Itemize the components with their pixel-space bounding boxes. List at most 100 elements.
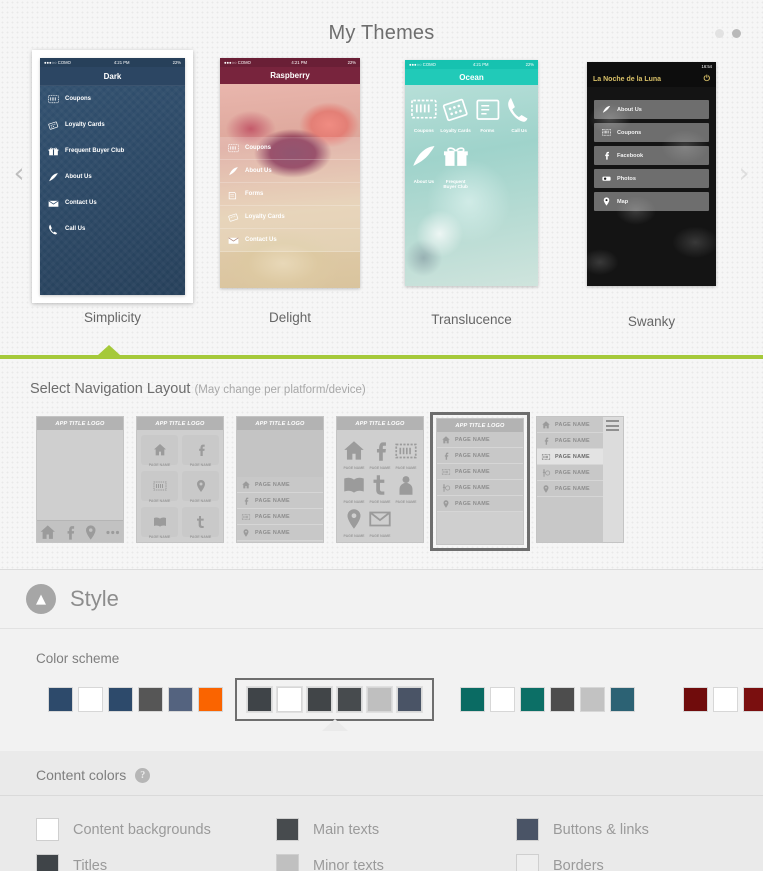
mock-list-row-active[interactable]: PAGE NAME	[537, 449, 603, 465]
menu-item[interactable]: Forms	[472, 91, 504, 133]
color-scheme-option-2-selected[interactable]	[235, 678, 434, 731]
color-scheme-option-1[interactable]	[36, 678, 235, 721]
content-color-titles[interactable]: Titles	[36, 854, 276, 871]
mock-list-row[interactable]: PAGE NAME	[437, 448, 523, 464]
mock-list-row[interactable]: PAGE NAME	[437, 496, 523, 512]
menu-item[interactable]: Frequent Buyer Club	[440, 135, 472, 189]
mock-tab[interactable]: PAGE NAME	[37, 521, 59, 542]
content-color-buttons-links[interactable]: Buttons & links	[516, 818, 756, 841]
color-swatch[interactable]	[516, 818, 539, 841]
mock-list-row[interactable]: PAGE NAME	[237, 509, 323, 525]
menu-item[interactable]: Coupons	[408, 91, 440, 133]
status-battery: 22%	[347, 60, 356, 65]
style-section-header[interactable]: ▲ Style	[0, 570, 763, 629]
menu-item[interactable]: Facebook	[594, 146, 709, 165]
theme-card-swanky[interactable]: 16:54 La Noche de la Luna ⏻ About Us Cou…	[587, 62, 716, 329]
help-icon[interactable]: ?	[135, 767, 151, 783]
menu-item[interactable]: About Us	[40, 164, 185, 190]
mock-tab[interactable]: PAGE NAME	[59, 521, 81, 542]
theme-card-simplicity[interactable]: ●●●○○ COMO 4:21 PM 22% Dark Coupons Loya…	[32, 50, 193, 325]
menu-item[interactable]: About Us	[220, 160, 360, 183]
menu-item[interactable]: Map	[594, 192, 709, 211]
color-swatch[interactable]	[276, 818, 299, 841]
mock-grid-item[interactable]: PAGE NAME	[367, 436, 393, 470]
theme-card-translucence[interactable]: ●●●○○ COMO 4:21 PM 22% Ocean Coupons Loy…	[405, 60, 538, 327]
mock-grid-item[interactable]: PAGE NAME	[393, 470, 419, 504]
mock-list-row[interactable]: PAGE NAME	[237, 525, 323, 541]
mock-list-row[interactable]: PAGE NAME	[537, 481, 603, 497]
mock-tile[interactable]: PAGE NAME	[141, 507, 178, 539]
color-scheme-option-4[interactable]	[671, 678, 763, 721]
pager-dot-2[interactable]	[732, 29, 741, 38]
menu-item[interactable]: Loyalty Cards	[440, 91, 472, 133]
theme-card-delight[interactable]: ●●●○○ COMO 4:21 PM 22% Raspberry Coupons	[220, 58, 360, 325]
mock-list-row[interactable]: PAGE NAME	[437, 432, 523, 448]
phone-body: Coupons Loyalty Cards Frequent Buyer Clu…	[40, 86, 185, 295]
mock-app-title: APP TITLE LOGO	[137, 417, 223, 430]
nav-layout-option-slide-out-drawer[interactable]: PAGE NAME PAGE NAME PAGE NAME PAGE NAME …	[530, 412, 630, 547]
mock-list-row[interactable]: PAGE NAME	[237, 493, 323, 509]
menu-item[interactable]: Contact Us	[220, 229, 360, 252]
swatch	[396, 686, 423, 713]
chevron-up-icon[interactable]: ▲	[26, 584, 56, 614]
nav-layout-option-compact-icon-grid[interactable]: APP TITLE LOGO PAGE NAME PAGE NAME PAGE …	[330, 412, 430, 547]
menu-item[interactable]: Photos	[594, 169, 709, 188]
content-color-borders[interactable]: Borders	[516, 854, 756, 871]
menu-item-label: Frequent Buyer Club	[65, 148, 125, 154]
gift-icon	[47, 145, 60, 158]
nav-layout-option-full-list[interactable]: APP TITLE LOGO PAGE NAME PAGE NAME PAGE …	[430, 412, 530, 551]
swatch	[490, 687, 515, 712]
mock-list-row[interactable]: PAGE NAME	[537, 433, 603, 449]
mock-tile[interactable]: PAGE NAME	[182, 435, 219, 467]
mock-list-row[interactable]: PAGE NAME	[537, 417, 603, 433]
mock-list-row[interactable]: PAGE NAME	[237, 477, 323, 493]
mock-tile[interactable]: PAGE NAME	[182, 471, 219, 503]
mock-tile[interactable]: PAGE NAME	[141, 471, 178, 503]
nav-layout-option-large-tile-grid[interactable]: APP TITLE LOGO PAGE NAME PAGE NAME PAGE …	[130, 412, 230, 547]
mock-tile[interactable]: PAGE NAME	[182, 507, 219, 539]
color-swatch[interactable]	[516, 854, 539, 871]
color-swatch[interactable]	[276, 854, 299, 871]
menu-item[interactable]: Coupons	[40, 86, 185, 112]
mock-list-row[interactable]: PAGE NAME	[437, 480, 523, 496]
content-color-label: Content backgrounds	[73, 821, 211, 838]
content-color-content-backgrounds[interactable]: Content backgrounds	[36, 818, 276, 841]
menu-item[interactable]: Forms	[220, 183, 360, 206]
menu-item[interactable]: About Us	[594, 100, 709, 119]
mock-grid-item[interactable]: PAGE NAME	[341, 504, 367, 538]
menu-item[interactable]: Call Us	[503, 91, 535, 133]
nav-layout-option-tab-bar-bottom[interactable]: APP TITLE LOGO PAGE NAME PAGE NAME	[30, 412, 130, 547]
content-color-label: Main texts	[313, 821, 380, 838]
forms-icon	[227, 188, 240, 201]
mock-grid-item[interactable]: PAGE NAME	[367, 470, 393, 504]
menu-item[interactable]: Frequent Buyer Club	[40, 138, 185, 164]
color-swatch[interactable]	[36, 854, 59, 871]
mock-grid-item[interactable]: PAGE NAME	[341, 470, 367, 504]
hamburger-menu-icon[interactable]	[606, 420, 619, 431]
mock-grid-item[interactable]: PAGE NAME	[341, 436, 367, 470]
menu-item[interactable]: Coupons	[594, 123, 709, 142]
nav-layout-option-list-with-banner[interactable]: APP TITLE LOGO PAGE NAME PAGE NAME PAGE …	[230, 412, 330, 547]
mock-list-row[interactable]: PAGE NAME	[437, 464, 523, 480]
menu-item[interactable]: Call Us	[40, 216, 185, 242]
mock-tab[interactable]: PAGE NAME	[80, 521, 102, 542]
color-scheme-option-3[interactable]	[448, 678, 647, 721]
menu-item[interactable]: Loyalty Cards	[40, 112, 185, 138]
menu-item[interactable]: Loyalty Cards	[220, 206, 360, 229]
menu-item[interactable]: Contact Us	[40, 190, 185, 216]
pager-dot-1[interactable]	[715, 29, 724, 38]
mock-grid-item[interactable]: PAGE NAME	[367, 504, 393, 538]
mock-row-label: PAGE NAME	[455, 484, 490, 491]
mock-grid-item[interactable]: PAGE NAME	[393, 436, 419, 470]
carousel-pager[interactable]	[715, 29, 741, 38]
mock-tab-more[interactable]: PAGE NAME	[102, 521, 124, 542]
content-color-minor-texts[interactable]: Minor texts	[276, 854, 516, 871]
mock-list-row[interactable]: PAGE NAME	[537, 465, 603, 481]
menu-item[interactable]: Coupons	[220, 137, 360, 160]
menu-item[interactable]: About Us	[408, 135, 440, 184]
mock-tile[interactable]: PAGE NAME	[141, 435, 178, 467]
color-swatch[interactable]	[36, 818, 59, 841]
page-title: My Themes	[328, 22, 435, 44]
power-icon: ⏻	[703, 74, 710, 83]
content-color-main-texts[interactable]: Main texts	[276, 818, 516, 841]
